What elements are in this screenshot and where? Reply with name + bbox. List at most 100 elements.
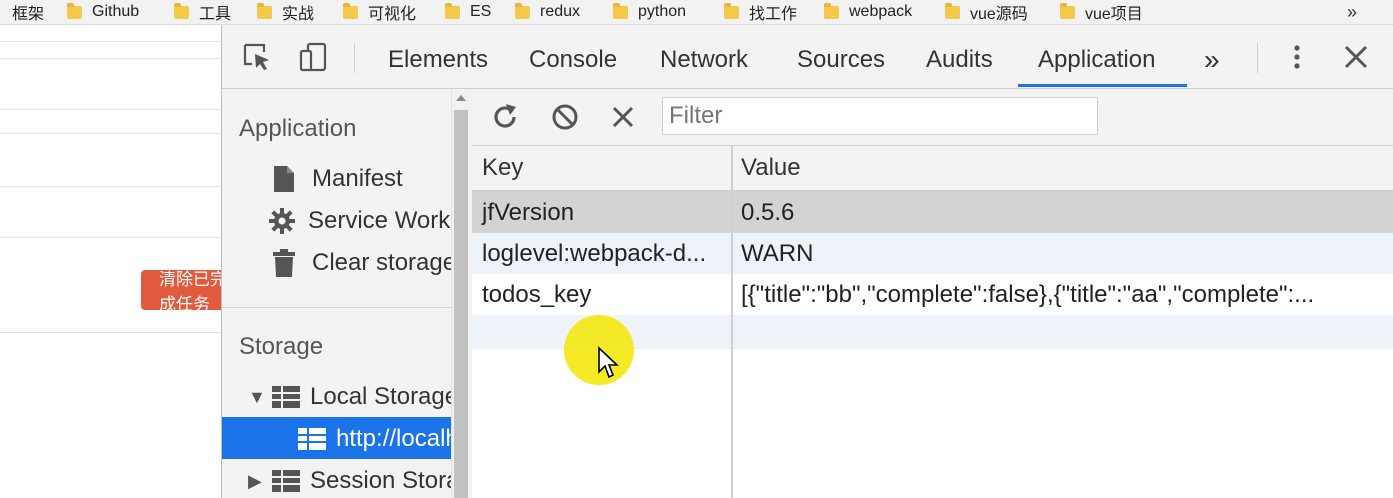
value-cell[interactable]: WARN [731, 233, 1381, 274]
grid-icon [272, 386, 300, 408]
filter-input[interactable] [662, 97, 1098, 135]
bookmark-label: vue源码 [970, 6, 1028, 23]
bookmark-label: Github [92, 3, 140, 20]
grid-icon [272, 470, 300, 492]
application-sidebar: Application Manifest Service Workers Cle… [222, 89, 451, 498]
page-content [0, 25, 221, 498]
sidebar-item-label: Local Storage [310, 383, 451, 410]
sidebar-item-label: Manifest [312, 165, 403, 192]
folder-icon [445, 2, 460, 19]
sidebar-item-label: Clear storage [312, 249, 451, 276]
close-icon[interactable] [1341, 42, 1371, 72]
kebab-menu-icon[interactable] [1282, 42, 1312, 72]
value-cell[interactable]: [{"title":"bb","complete":false},{"title… [731, 274, 1381, 315]
device-toolbar-icon[interactable] [298, 42, 328, 72]
folder-icon [515, 2, 530, 19]
expand-triangle-icon[interactable]: ▼ [248, 387, 272, 408]
sidebar-section-application: Application [239, 115, 357, 142]
bookmark-folder[interactable]: python [613, 2, 687, 21]
clear-all-icon[interactable] [550, 102, 580, 132]
tab-application[interactable]: Application [1038, 25, 1155, 88]
bookmarks-bar: 框架 Github 工具 实战 可视化 ES redux python 找工作 … [0, 0, 1393, 25]
sidebar-section-storage: Storage [239, 333, 324, 360]
grid-icon [298, 428, 326, 450]
scroll-up-icon[interactable] [456, 95, 466, 101]
divider [0, 332, 221, 333]
divider [222, 307, 451, 308]
sidebar-item-service-workers[interactable]: Service Workers [269, 207, 451, 235]
inspect-element-icon[interactable] [242, 42, 272, 72]
bookmark-label: ES [470, 3, 492, 20]
key-cell[interactable]: loglevel:webpack-d... [472, 233, 727, 274]
folder-icon [257, 2, 272, 19]
folder-icon [613, 2, 628, 19]
bookmarks-overflow-button[interactable]: » [1347, 2, 1357, 23]
value-cell[interactable]: 0.5.6 [731, 192, 1381, 233]
bookmark-folder[interactable]: ES [445, 2, 492, 21]
sidebar-item-local-storage[interactable]: ▼ Local Storage [248, 383, 451, 411]
folder-icon [1060, 2, 1075, 19]
column-header-value[interactable]: Value [731, 146, 801, 190]
table-row[interactable]: jfVersion 0.5.6 [472, 192, 1393, 233]
bookmark-folder[interactable]: vue项目 [1060, 0, 1143, 24]
delete-selected-icon[interactable] [609, 103, 637, 131]
bookmark-folder[interactable]: 实战 [257, 0, 314, 24]
bookmark-folder[interactable]: webpack [824, 2, 912, 21]
grid-header: Key Value [472, 146, 1393, 192]
bookmark-folder[interactable]: 可视化 [343, 0, 416, 24]
bookmark-label: 找工作 [749, 6, 798, 23]
bookmark-label: 实战 [282, 6, 315, 23]
sidebar-item-manifest[interactable]: Manifest [272, 165, 403, 193]
sidebar-item-session-storage[interactable]: ▶ Session Storage [248, 467, 451, 495]
folder-icon [824, 2, 839, 19]
divider [0, 186, 221, 187]
bookmark-label: 工具 [199, 6, 232, 23]
bookmark-item[interactable]: 框架 [12, 0, 44, 24]
column-header-key[interactable]: Key [472, 146, 523, 190]
more-tabs-button[interactable]: » [1204, 25, 1220, 88]
clear-completed-button[interactable]: 清除已完成任务 [141, 270, 231, 310]
bookmark-label: redux [540, 3, 581, 20]
storage-toolbar [472, 89, 1393, 146]
folder-icon [67, 2, 82, 19]
trash-icon [273, 249, 295, 277]
bookmark-label: vue项目 [1085, 6, 1143, 23]
key-cell[interactable]: jfVersion [472, 192, 727, 233]
tab-console[interactable]: Console [529, 25, 617, 88]
devtools-panel: Elements Console Network Sources Audits … [221, 25, 1393, 498]
key-cell[interactable]: todos_key [472, 274, 727, 315]
refresh-icon[interactable] [490, 102, 520, 132]
sidebar-item-localhost[interactable]: http://localhost [298, 425, 451, 453]
tab-sources[interactable]: Sources [797, 25, 885, 88]
bookmark-folder[interactable]: Github [67, 2, 140, 21]
tab-elements[interactable]: Elements [388, 25, 488, 88]
divider [0, 58, 221, 59]
bookmark-folder[interactable]: 找工作 [724, 0, 797, 24]
tab-audits[interactable]: Audits [926, 25, 993, 88]
separator [354, 43, 355, 73]
sidebar-item-label: http://localhost [336, 425, 451, 452]
bookmark-folder[interactable]: redux [515, 2, 581, 21]
storage-view: Key Value jfVersion 0.5.6 loglevel:webpa… [472, 89, 1393, 498]
tab-network[interactable]: Network [660, 25, 748, 88]
active-tab-indicator [1018, 84, 1187, 87]
column-divider[interactable] [731, 146, 733, 498]
mouse-pointer-icon [598, 346, 619, 379]
folder-icon [174, 2, 189, 19]
folder-icon [945, 2, 960, 19]
bookmark-label: 可视化 [368, 6, 417, 23]
divider [0, 133, 221, 134]
bookmark-label: python [638, 3, 687, 20]
devtools-tabbar: Elements Console Network Sources Audits … [222, 25, 1393, 89]
scrollbar-thumb[interactable] [454, 110, 468, 498]
divider [0, 237, 221, 238]
table-row[interactable]: loglevel:webpack-d... WARN [472, 233, 1393, 274]
table-row[interactable]: todos_key [{"title":"bb","complete":fals… [472, 274, 1393, 315]
separator [1257, 43, 1258, 73]
bookmark-folder[interactable]: 工具 [174, 0, 231, 24]
divider [0, 41, 221, 42]
sidebar-item-clear-storage[interactable]: Clear storage [272, 249, 451, 277]
bookmark-folder[interactable]: vue源码 [945, 0, 1028, 24]
file-icon [274, 166, 294, 192]
collapse-triangle-icon[interactable]: ▶ [248, 471, 272, 492]
